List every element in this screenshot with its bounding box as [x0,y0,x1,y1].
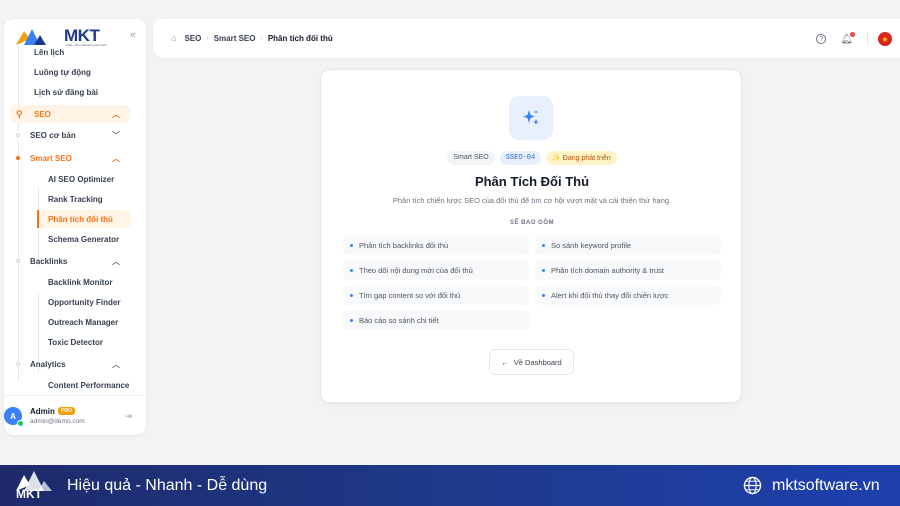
category-badge: Smart SEO [447,151,495,165]
user-email: admin@demo.com [30,418,85,425]
includes-heading: SẼ BAO GỒM [509,220,554,226]
sidebar-item-rank-tracking[interactable]: Rank Tracking [4,189,146,209]
tree-dot [16,362,20,366]
notification-dot [850,31,855,37]
breadcrumb: ⌂ SEO › Smart SEO › Phân tích đối thủ [171,33,333,43]
chevron-up-icon: ︿ [112,109,120,119]
tree-dot [16,259,20,263]
sidebar-item-backlink-monitor[interactable]: Backlink Monitor [4,272,146,292]
bullet-dot [350,243,353,247]
pro-badge: PRO [58,407,75,415]
list-item: Theo dõi nội dung mới của đối thủ [343,260,529,280]
badge-row: Smart SEO SSEO-04 ✨ Đang phát triển [321,151,743,165]
user-name: Admin [30,407,55,416]
vietnam-flag-icon[interactable]: ★ [878,32,892,46]
slogan: Hiệu quả - Nhanh - Dễ dùng [67,477,268,494]
sidebar-item-toxic-detector[interactable]: Toxic Detector [4,332,146,352]
sidebar-item-analytics[interactable]: Analytics ︿ [4,354,146,374]
code-badge: SSEO-04 [499,151,542,165]
globe-icon [743,476,762,495]
list-item: Alert khi đối thủ thay đổi chiến lược [535,285,721,305]
collapse-sidebar-icon[interactable]: « [130,29,136,41]
search-icon: ⚲ [16,108,23,119]
logout-icon[interactable]: ⇥ [124,411,132,422]
home-icon[interactable]: ⌂ [171,33,176,43]
topbar-actions: ? 🔔︎ ★ [816,31,892,46]
chevron-up-icon: ︿ [112,256,120,266]
breadcrumb-seo[interactable]: SEO [184,34,201,43]
sidebar: MKT Phần mềm Marketing Đa Kênh « Lên lịc… [4,19,146,435]
bullet-dot [542,243,545,247]
list-item: Phân tích backlinks đối thủ [343,235,529,255]
chevron-up-icon: ︿ [112,153,120,163]
chevron-down-icon: ﹀ [112,130,120,140]
sidebar-item-outreach-manager[interactable]: Outreach Manager [4,312,146,332]
sidebar-item-seo[interactable]: ⚲ SEO ︿ [4,104,146,124]
user-profile[interactable]: A Admin PRO admin@demo.com ⇥ [4,395,146,435]
status-badge: ✨ Đang phát triển [546,151,617,165]
list-item: Báo cáo so sánh chi tiết [343,310,529,330]
list-item: Tìm gap content so với đối thủ [343,285,529,305]
arrow-left-icon: ← [501,357,509,367]
sparkles-svg [523,110,539,125]
breadcrumb-smart-seo[interactable]: Smart SEO [214,34,256,43]
sidebar-item-competitor-analysis[interactable]: Phân tích đối thủ [4,209,146,229]
sidebar-nav: Lên lịch Luồng tự động Lịch sử đăng bài … [4,45,146,389]
list-item: Phân tích domain authority & trust [535,260,721,280]
breadcrumb-current: Phân tích đối thủ [267,33,333,43]
sidebar-item-opportunity-finder[interactable]: Opportunity Finder [4,292,146,312]
page-title: Phân Tích Đối Thủ [474,174,590,189]
bullet-dot [350,318,353,322]
bullet-dot [350,293,353,297]
sidebar-item-content-performance[interactable]: Content Performance [4,375,146,390]
topbar: ⌂ SEO › Smart SEO › Phân tích đối thủ ? … [153,19,900,58]
bullet-dot [542,293,545,297]
footer-brand-name: MKT [16,487,42,501]
sidebar-item-smart-seo[interactable]: Smart SEO ︿ [4,148,146,168]
sidebar-item-schema-generator[interactable]: Schema Generator [4,229,146,249]
sidebar-item-backlinks[interactable]: Backlinks ︿ [4,251,146,271]
list-item: So sánh keyword profile [535,235,721,255]
notification-bell-icon[interactable]: 🔔︎ [840,31,855,45]
sparkles-icon [509,96,553,140]
online-status-dot [17,420,24,427]
bullet-dot [350,268,353,272]
sidebar-item-seo-basic[interactable]: SEO cơ bản ﹀ [4,125,146,145]
sidebar-item-post-history[interactable]: Lịch sử đăng bài [4,82,146,102]
coming-soon-card: Smart SEO SSEO-04 ✨ Đang phát triển Phân… [320,69,742,403]
help-icon[interactable]: ? [816,34,827,44]
page-description: Phân tích chiến lược SEO của đối thủ để … [392,196,672,205]
chevron-up-icon: ︿ [112,359,120,369]
breadcrumb-separator: › [206,34,209,42]
back-to-dashboard-button[interactable]: ← Về Dashboard [489,349,574,375]
promo-footer-banner: MKT Hiệu quả - Nhanh - Dễ dùng mktsoftwa… [0,465,900,506]
sidebar-item-automation[interactable]: Luồng tự động [4,62,146,82]
breadcrumb-separator: › [260,34,263,42]
tree-dot [16,133,20,137]
tree-dot [16,156,20,160]
sidebar-item-schedule[interactable]: Lên lịch [4,45,146,62]
sidebar-item-ai-seo-optimizer[interactable]: AI SEO Optimizer [4,169,146,189]
website-link[interactable]: mktsoftware.vn [772,477,880,495]
divider [867,32,868,46]
bullet-dot [542,268,545,272]
mkt-logo-icon [16,29,46,45]
